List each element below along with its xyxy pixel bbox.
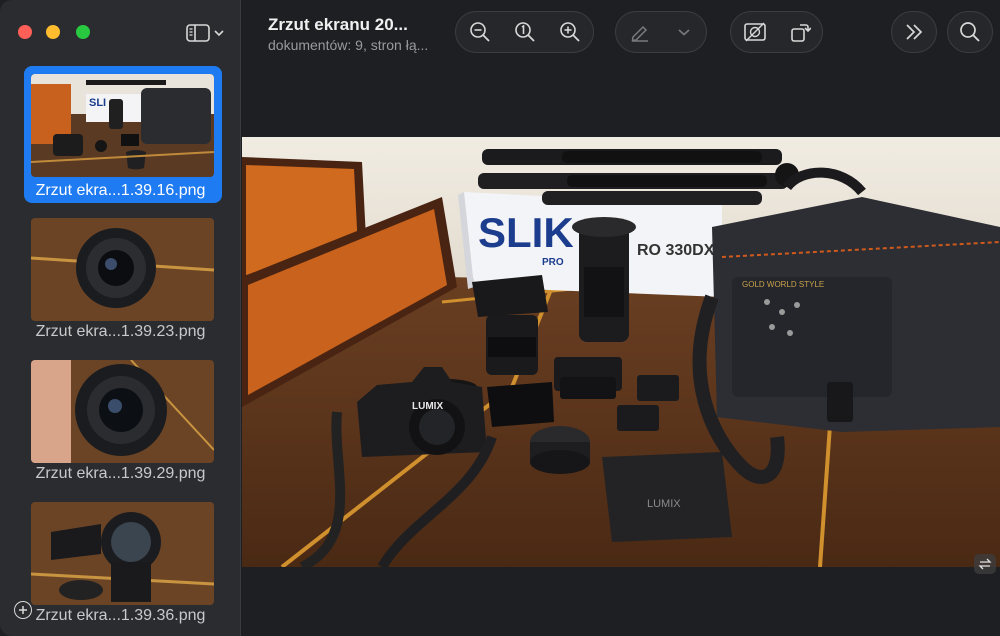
document-subtitle: dokumentów: 9, stron łą...: [268, 37, 429, 53]
add-button[interactable]: [14, 601, 32, 619]
image-info-button[interactable]: [974, 554, 996, 574]
maximize-window-button[interactable]: [76, 25, 90, 39]
preview-window: SLI Zrzut ekra...1.39.16.png Zrzut ekra.…: [0, 0, 1000, 636]
box-brand-text: SLIK: [478, 209, 574, 256]
zoom-out-icon: [470, 22, 490, 42]
actual-size-button[interactable]: [503, 12, 547, 52]
document-viewer: SLIK RO 330DX PRO LUMIX LUMIX GOLD WORLD…: [242, 66, 1000, 636]
sidebar-toggle-button[interactable]: [186, 22, 228, 44]
sidebar: SLI Zrzut ekra...1.39.16.png Zrzut ekra.…: [0, 0, 241, 636]
zoom-in-button[interactable]: [548, 12, 592, 52]
document-image[interactable]: SLIK RO 330DX PRO LUMIX LUMIX GOLD WORLD…: [242, 137, 1000, 567]
box-model-text: RO 330DX: [637, 242, 715, 259]
markup-menu-button[interactable]: [662, 12, 706, 52]
thumbnail-item[interactable]: Zrzut ekra...1.39.36.png: [0, 499, 240, 636]
thumbnail-item[interactable]: Zrzut ekra...1.39.23.png: [0, 215, 240, 355]
plus-icon: [19, 606, 27, 614]
svg-text:SLI: SLI: [89, 97, 106, 109]
markup-pen-icon: [631, 25, 648, 42]
more-button[interactable]: [892, 12, 936, 52]
actual-size-icon: [515, 22, 535, 42]
swap-icon: [978, 558, 992, 570]
pouch-brand-text: LUMIX: [647, 498, 681, 510]
thumbnail-item[interactable]: SLI Zrzut ekra...1.39.16.png: [0, 66, 240, 206]
bag-brand-text: GOLD WORLD STYLE: [742, 280, 824, 289]
markup-control-group: [615, 11, 707, 53]
rotate-button[interactable]: [778, 12, 822, 52]
rotate-icon: [791, 24, 811, 42]
more-button-group: [891, 11, 937, 53]
camera-brand-text: LUMIX: [412, 401, 443, 412]
close-window-button[interactable]: [18, 25, 32, 39]
crop-icon: [744, 22, 766, 42]
thumbnail-label: Zrzut ekra...1.39.29.png: [35, 465, 206, 482]
search-button[interactable]: [948, 12, 992, 52]
markup-button[interactable]: [618, 12, 662, 52]
toolbar: Zrzut ekranu 20... dokumentów: 9, stron …: [242, 0, 1000, 66]
chevron-down-icon: [678, 29, 690, 36]
edit-control-group: [730, 11, 823, 53]
thumbnail-image: [31, 218, 214, 321]
search-button-group: [947, 11, 993, 53]
box-small-text: PRO: [542, 257, 564, 268]
more-chevrons-icon: [906, 24, 923, 40]
zoom-out-button[interactable]: [458, 12, 502, 52]
thumbnail-label: Zrzut ekra...1.39.36.png: [35, 607, 206, 624]
zoom-in-icon: [560, 22, 580, 42]
thumbnail-item[interactable]: Zrzut ekra...1.39.29.png: [0, 357, 240, 497]
thumbnail-label: Zrzut ekra...1.39.23.png: [35, 323, 206, 340]
sidebar-toggle-icon: [186, 24, 210, 42]
zoom-control-group: [455, 11, 594, 53]
thumbnail-label: Zrzut ekra...1.39.16.png: [35, 182, 206, 199]
thumbnail-image: SLI: [31, 74, 214, 177]
document-title: Zrzut ekranu 20...: [268, 15, 408, 34]
minimize-window-button[interactable]: [46, 25, 60, 39]
thumbnail-image: [31, 502, 214, 605]
search-icon: [960, 22, 980, 42]
chevron-down-icon: [214, 30, 224, 37]
crop-button[interactable]: [733, 12, 777, 52]
thumbnail-image: [31, 360, 214, 463]
